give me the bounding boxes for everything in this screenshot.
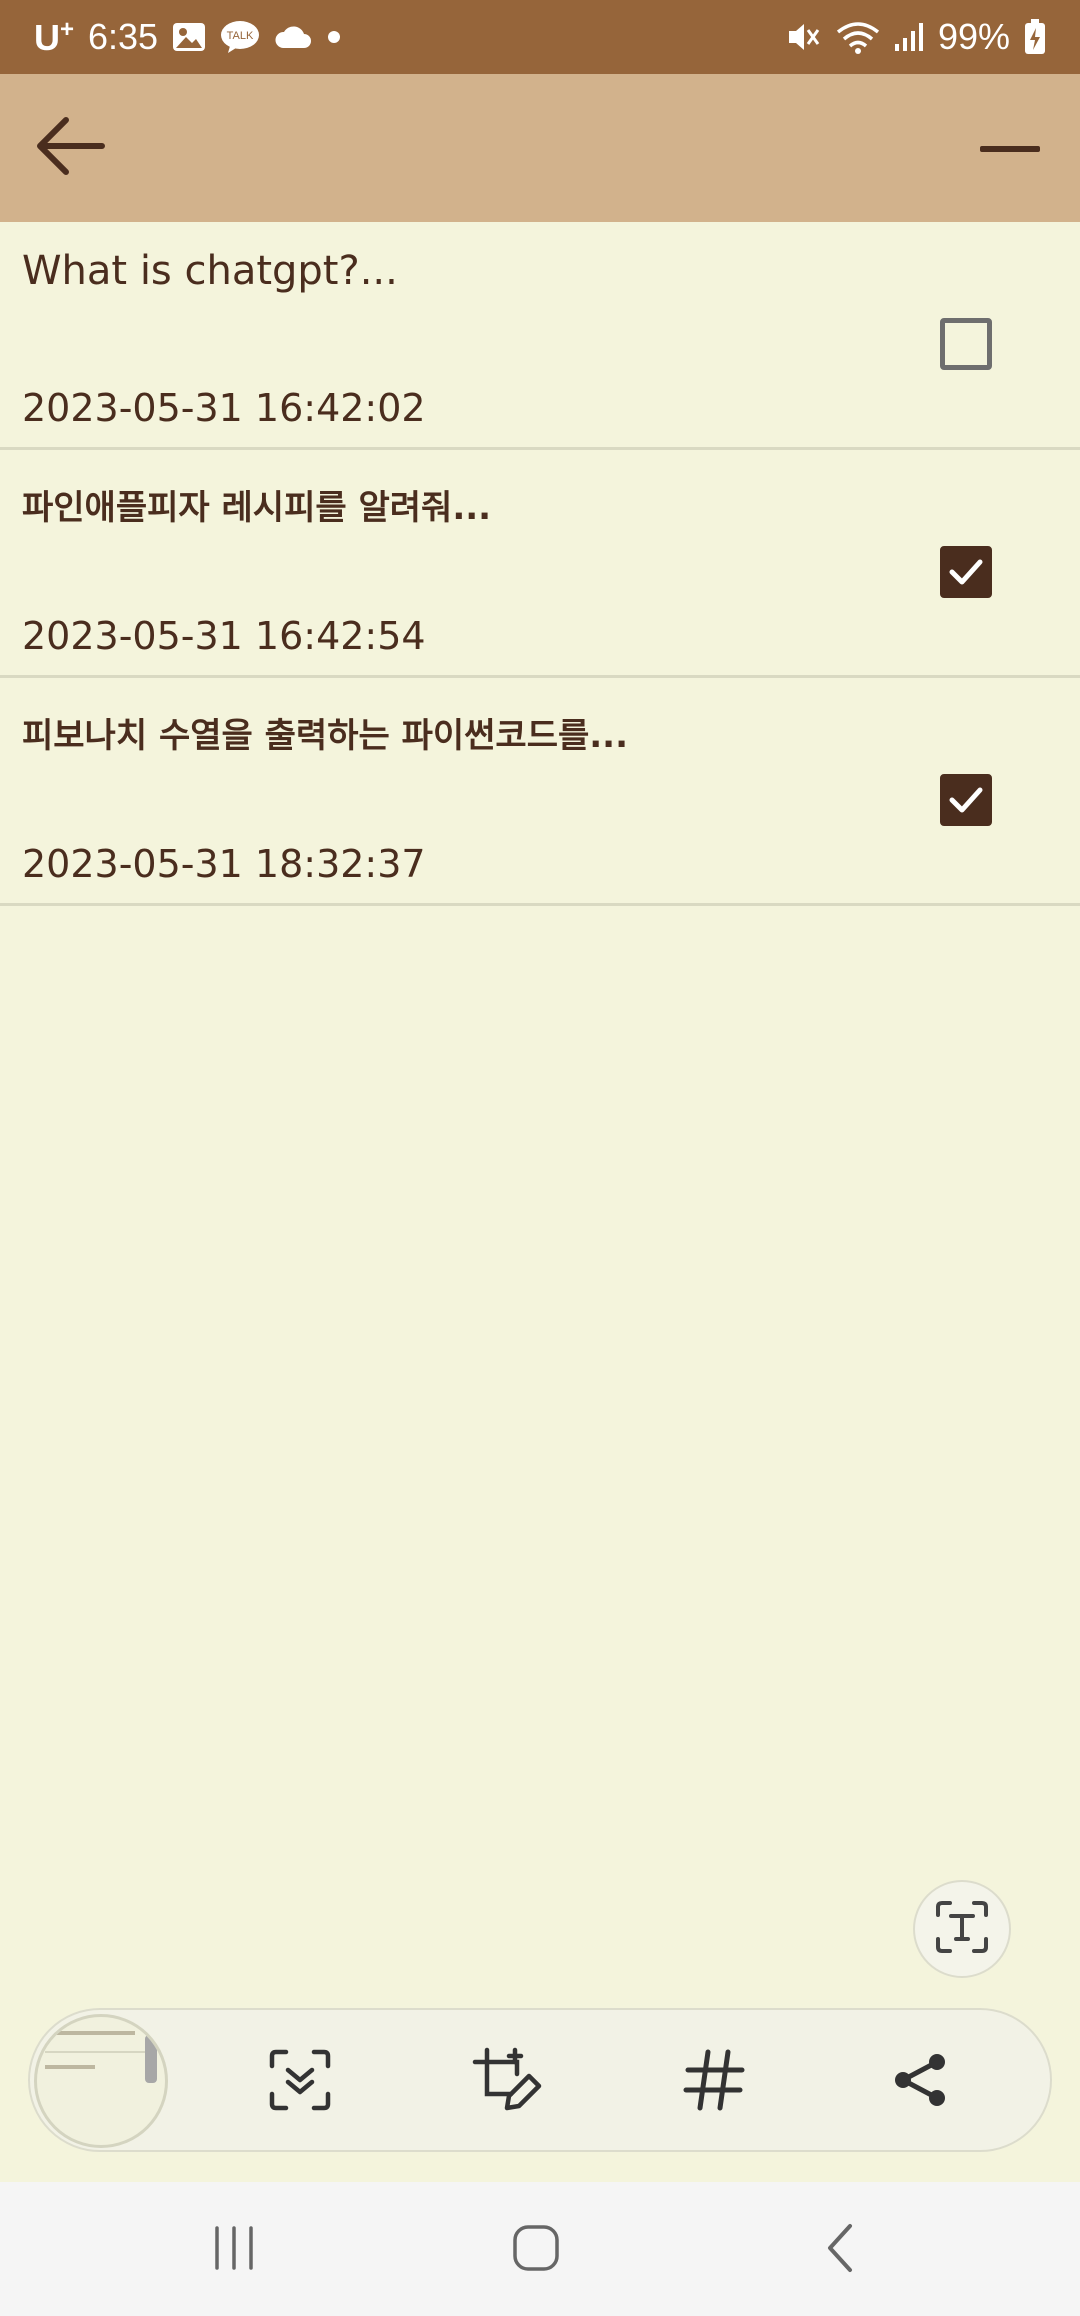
edit-crop-button[interactable] (467, 2042, 547, 2122)
back-icon (822, 2223, 858, 2277)
signal-icon (894, 22, 924, 52)
back-button[interactable] (30, 112, 110, 184)
list-item[interactable]: 파인애플피자 레시피를 알려줘... 2023-05-31 16:42:54 (0, 450, 1080, 678)
edit-crop-icon (471, 2044, 543, 2120)
screenshot-toolbar (28, 2008, 1052, 2152)
note-title: 파인애플피자 레시피를 알려줘... (22, 488, 492, 528)
note-date: 2023-05-31 16:42:02 (22, 386, 426, 430)
status-bar: U+ 6:35 TALK 99% (0, 0, 1080, 74)
hashtag-icon (682, 2048, 746, 2116)
battery-percent: 99% (937, 16, 1010, 57)
extract-text-button[interactable] (913, 1880, 1011, 1978)
app-bar (0, 74, 1080, 222)
note-checkbox[interactable] (940, 774, 992, 826)
scroll-capture-icon (268, 2048, 332, 2116)
gallery-icon (172, 22, 206, 52)
note-date: 2023-05-31 16:42:54 (22, 614, 426, 658)
notes-list: What is chatgpt?... 2023-05-31 16:42:02 … (0, 222, 1080, 906)
text-extract-icon (934, 1899, 990, 1959)
arrow-left-icon (34, 114, 106, 182)
scroll-capture-button[interactable] (260, 2042, 340, 2122)
battery-charging-icon (1024, 19, 1046, 55)
thumbnail-divider (45, 2051, 155, 2053)
system-back-button[interactable] (800, 2216, 880, 2284)
home-icon (512, 2224, 560, 2276)
thumbnail-line (45, 2031, 135, 2035)
kakaotalk-icon: TALK (220, 20, 260, 54)
thumbnail-scrollbar (145, 2035, 157, 2083)
dot-icon (326, 29, 342, 45)
list-item[interactable]: What is chatgpt?... 2023-05-31 16:42:02 (0, 222, 1080, 450)
minus-icon (978, 139, 1042, 158)
status-time: 6:35 (88, 16, 159, 57)
recent-apps-button[interactable] (194, 2216, 274, 2284)
wifi-icon (836, 20, 880, 54)
note-checkbox[interactable] (940, 318, 992, 370)
mute-icon (786, 20, 822, 54)
screenshot-thumbnail[interactable] (34, 2014, 168, 2148)
status-right: 99% (786, 16, 1046, 58)
note-checkbox[interactable] (940, 546, 992, 598)
note-title: 피보나치 수열을 출력하는 파이썬코드를... (22, 716, 629, 756)
share-icon (891, 2050, 951, 2114)
hashtag-button[interactable] (674, 2042, 754, 2122)
note-date: 2023-05-31 18:32:37 (22, 842, 426, 886)
thumbnail-line (45, 2065, 95, 2069)
minimize-button[interactable] (970, 112, 1050, 184)
list-item[interactable]: 피보나치 수열을 출력하는 파이썬코드를... 2023-05-31 18:32… (0, 678, 1080, 906)
home-button[interactable] (496, 2216, 576, 2284)
navigation-bar (0, 2182, 1080, 2316)
status-left: U+ 6:35 TALK (34, 16, 342, 59)
share-button[interactable] (881, 2042, 961, 2122)
cloud-icon (274, 24, 312, 50)
svg-text:TALK: TALK (227, 30, 254, 42)
note-title: What is chatgpt?... (22, 248, 398, 294)
carrier-label: U+ (34, 15, 75, 58)
recent-apps-icon (211, 2226, 257, 2274)
